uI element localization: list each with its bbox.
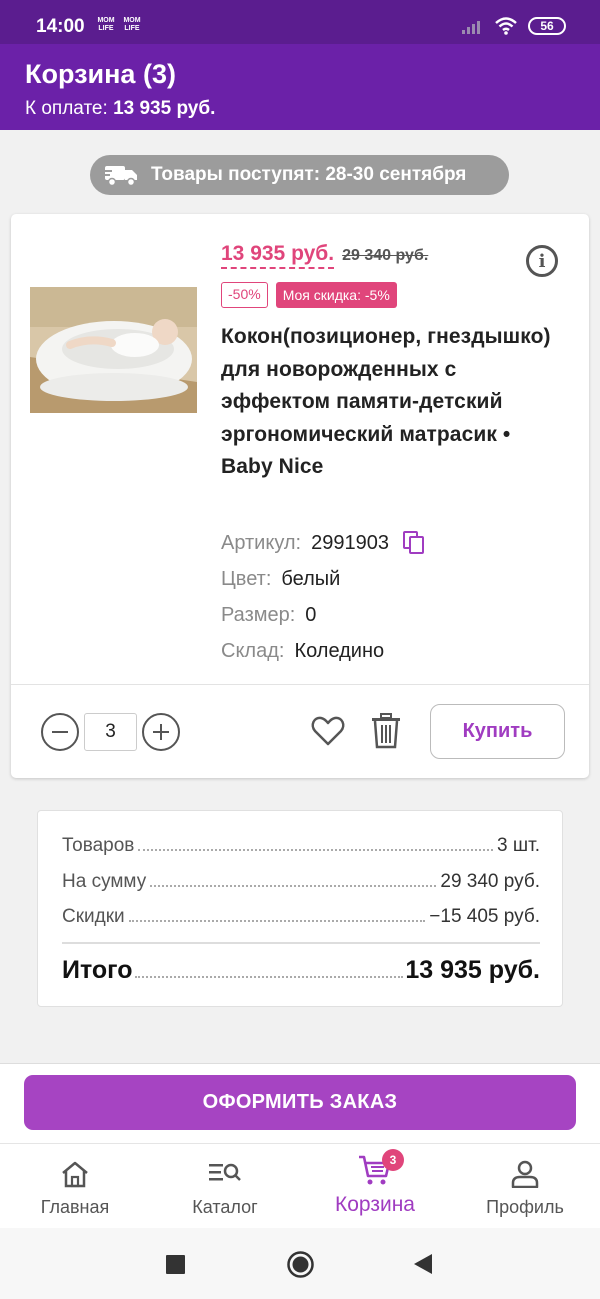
bottom-nav: Главная Каталог Корзина 3 Профиль: [0, 1143, 600, 1228]
spec-label: Артикул:: [221, 531, 302, 554]
home-icon: [62, 1161, 88, 1188]
spec-label: Цвет:: [221, 568, 272, 590]
summary-value: 29 340 руб.: [440, 871, 540, 892]
summary-row-sum: На сумму 29 340 руб.: [62, 871, 540, 893]
nav-label: Главная: [40, 1197, 110, 1217]
minus-icon: [52, 731, 68, 733]
spec-article: Артикул: 2991903: [221, 531, 425, 555]
mom-life-logo-icon: MOM LIFE: [97, 17, 115, 32]
trash-icon[interactable]: [371, 713, 401, 749]
spec-value: белый: [281, 568, 341, 590]
status-time: 14:00: [36, 16, 85, 37]
mom-life-logo-icon: MOM LIFE: [123, 17, 141, 32]
copy-icon[interactable]: [403, 531, 425, 555]
spec-label: Размер:: [221, 604, 296, 626]
total-value: 13 935 руб.: [405, 956, 540, 984]
nav-item-cart[interactable]: Корзина: [300, 1144, 450, 1229]
divider: [62, 942, 540, 944]
spec-color: Цвет: белый: [221, 568, 340, 591]
summary-label: Товаров: [62, 835, 135, 856]
to-pay-value: 13 935 руб.: [113, 98, 216, 119]
back-icon[interactable]: [413, 1253, 433, 1275]
summary-row-discounts: Скидки −15 405 руб.: [62, 906, 540, 928]
info-icon[interactable]: i: [526, 245, 558, 277]
summary-value: −15 405 руб.: [429, 906, 540, 927]
cart-count-badge: 3: [382, 1149, 404, 1171]
nav-item-home[interactable]: Главная: [0, 1144, 150, 1229]
product-image[interactable]: [30, 287, 197, 413]
home-circle-icon[interactable]: [286, 1250, 315, 1279]
signal-icon: [462, 21, 480, 34]
truck-icon: [103, 166, 137, 187]
status-icons: 56: [462, 16, 566, 36]
plus-icon: [153, 724, 169, 740]
nav-item-catalog[interactable]: Каталог: [150, 1144, 300, 1229]
delivery-text: Товары поступят: 28-30 сентября: [151, 164, 467, 185]
spec-size: Размер: 0: [221, 604, 316, 627]
to-pay-line: К оплате: 13 935 руб.: [25, 98, 215, 120]
recents-icon[interactable]: [166, 1255, 185, 1274]
old-price: 29 340 руб.: [342, 247, 429, 264]
summary-label: На сумму: [62, 871, 147, 892]
summary-total: Итого 13 935 руб.: [62, 956, 540, 985]
order-summary: Товаров 3 шт. На сумму 29 340 руб. Скидк…: [37, 810, 563, 1007]
cart-item-card: 13 935 руб. 29 340 руб. i -50% Моя скидк…: [11, 214, 589, 778]
product-title[interactable]: Кокон(позиционер, гнездышко) для новорож…: [221, 321, 561, 484]
checkout-button[interactable]: ОФОРМИТЬ ЗАКАЗ: [24, 1075, 576, 1130]
summary-row-items: Товаров 3 шт.: [62, 835, 540, 857]
buy-button[interactable]: Купить: [430, 704, 565, 759]
spec-value: Коледино: [294, 640, 385, 662]
current-price[interactable]: 13 935 руб.: [221, 242, 335, 269]
app-bar: Корзина (3) К оплате: 13 935 руб.: [0, 44, 600, 130]
wifi-icon: [495, 17, 517, 35]
to-pay-label: К оплате:: [25, 98, 108, 119]
nav-label: Корзина: [335, 1193, 415, 1216]
increase-quantity-button[interactable]: [142, 713, 180, 751]
status-bar: 14:00 MOM LIFE MOM LIFE 56: [0, 0, 600, 44]
summary-value: 3 шт.: [497, 835, 540, 856]
my-discount-badge: Моя скидка: -5%: [275, 282, 397, 308]
nav-item-profile[interactable]: Профиль: [450, 1144, 600, 1229]
battery-indicator: 56: [528, 17, 566, 35]
discount-badges: -50% Моя скидка: -5%: [221, 282, 397, 308]
nav-label: Профиль: [486, 1197, 564, 1217]
nav-label: Каталог: [192, 1197, 258, 1217]
spec-warehouse: Склад: Коледино: [221, 640, 384, 663]
spec-label: Склад:: [221, 640, 285, 662]
summary-label: Скидки: [62, 906, 125, 927]
price-row: 13 935 руб. 29 340 руб.: [221, 242, 428, 269]
checkout-area: ОФОРМИТЬ ЗАКАЗ: [0, 1063, 600, 1143]
spec-value: 0: [305, 604, 317, 626]
discount-badge: -50%: [221, 282, 268, 308]
profile-icon: [511, 1160, 539, 1188]
delivery-banner: Товары поступят: 28-30 сентября: [90, 155, 509, 195]
page-title: Корзина (3): [25, 59, 176, 89]
divider: [11, 684, 589, 685]
quantity-input[interactable]: 3: [84, 713, 137, 751]
spec-value: 2991903: [311, 531, 389, 554]
heart-icon[interactable]: [311, 715, 345, 747]
total-label: Итого: [62, 956, 133, 984]
system-nav-bar: [0, 1228, 600, 1299]
decrease-quantity-button[interactable]: [41, 713, 79, 751]
catalog-search-icon: [209, 1163, 241, 1181]
